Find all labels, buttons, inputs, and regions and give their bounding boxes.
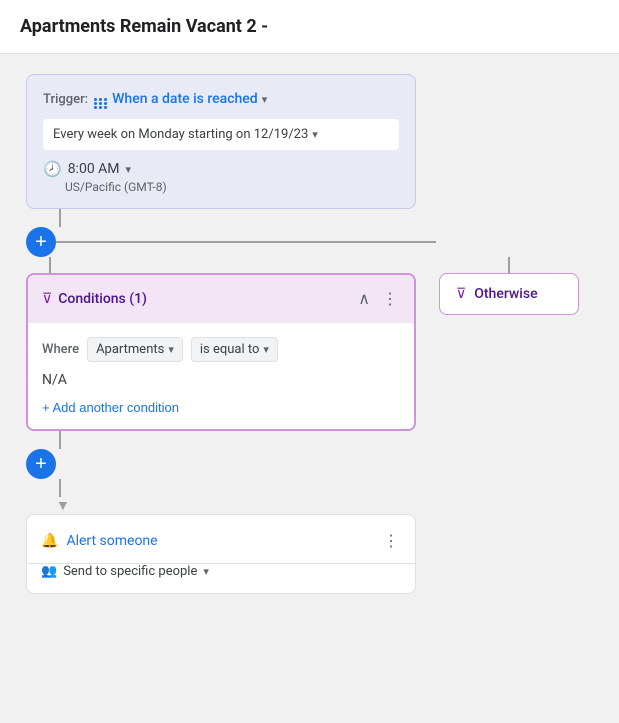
connector-line-3 [59,431,61,449]
conditions-more-button[interactable]: ⋮ [380,287,400,311]
where-row: Where Apartments is equal to [42,337,400,362]
connector-line-2 [49,257,51,273]
filter-icon-otherwise: ⊽ [456,286,466,302]
person-icon: 👥 [41,564,57,579]
plus-button-row-2: + [26,449,603,479]
connector-section-3 [59,479,603,497]
connector-line-1 [59,209,61,227]
chevron-up-icon: ∧ [358,289,370,309]
connector-line-4 [59,479,61,497]
otherwise-card: ⊽ Otherwise [439,273,579,315]
recipient-label: Send to specific people [63,564,197,579]
trigger-type[interactable]: When a date is reached [94,89,267,109]
plus-icon-2: + [35,454,47,474]
operator-dropdown[interactable]: is equal to [191,337,278,362]
time-dropdown-arrow[interactable] [126,163,132,176]
field-chevron-icon[interactable] [168,343,174,356]
operator-chevron-icon[interactable] [263,343,269,356]
trigger-label: Trigger: [43,92,88,107]
conditions-card: ⊽ Conditions (1) ∧ ⋮ Where [26,273,416,431]
connector-line-right [508,257,510,273]
trigger-timezone: US/Pacific (GMT-8) [65,180,399,194]
add-branch-button[interactable]: + [26,227,56,257]
time-value: 8:00 AM [68,161,120,177]
condition-value: N/A [42,372,400,388]
grid-icon [94,89,108,109]
otherwise-label: Otherwise [474,286,537,302]
add-condition-label: + Add another condition [42,400,179,415]
alert-title: 🔔 Alert someone [41,533,158,549]
alert-header: 🔔 Alert someone ⋮ [27,515,415,563]
conditions-body: Where Apartments is equal to N/A + Add a… [28,323,414,429]
clock-icon: 🕗 [43,160,62,178]
arrow-tip: ▼ [56,497,603,514]
where-label: Where [42,342,79,357]
alert-title-text: Alert someone [66,533,157,549]
alert-dots-icon: ⋮ [383,531,399,551]
alert-more-button[interactable]: ⋮ [381,529,401,553]
page-title: Apartments Remain Vacant 2 - [0,0,619,54]
connector-section-2 [59,431,603,449]
operator-label: is equal to [200,342,260,357]
plus-icon: + [35,232,47,252]
more-dots-icon: ⋮ [382,289,398,309]
trigger-type-label: When a date is reached [112,91,258,107]
field-dropdown[interactable]: Apartments [87,337,183,362]
trigger-schedule[interactable]: Every week on Monday starting on 12/19/2… [43,119,399,150]
add-action-button[interactable]: + [26,449,56,479]
trigger-time-row: 🕗 8:00 AM [43,160,399,178]
conditions-actions: ∧ ⋮ [356,287,400,311]
trigger-card: Trigger: When a date is reached Every we… [26,74,416,209]
add-condition-button[interactable]: + Add another condition [42,400,179,415]
conditions-title-text: Conditions (1) [58,291,147,307]
branch-line-horizontal [56,241,436,243]
title-text: Apartments Remain Vacant 2 - [20,16,268,37]
branch-section: ⊽ Conditions (1) ∧ ⋮ Where [26,257,603,431]
conditions-header: ⊽ Conditions (1) ∧ ⋮ [28,275,414,323]
schedule-dropdown-arrow[interactable] [312,128,318,141]
alert-body: 👥 Send to specific people [27,564,415,593]
plus-button-row-1: + [26,227,603,257]
field-label: Apartments [96,342,164,357]
left-branch: ⊽ Conditions (1) ∧ ⋮ Where [26,257,416,431]
filter-icon: ⊽ [42,291,52,307]
bell-icon: 🔔 [41,533,58,549]
trigger-type-dropdown-arrow[interactable] [262,93,268,106]
right-branch: ⊽ Otherwise [439,257,579,315]
conditions-title: ⊽ Conditions (1) [42,291,147,307]
recipient-dropdown-arrow[interactable] [203,565,209,578]
schedule-text: Every week on Monday starting on 12/19/2… [53,127,308,142]
collapse-conditions-button[interactable]: ∧ [356,287,372,311]
alert-card: 🔔 Alert someone ⋮ 👥 Send to specific peo… [26,514,416,594]
